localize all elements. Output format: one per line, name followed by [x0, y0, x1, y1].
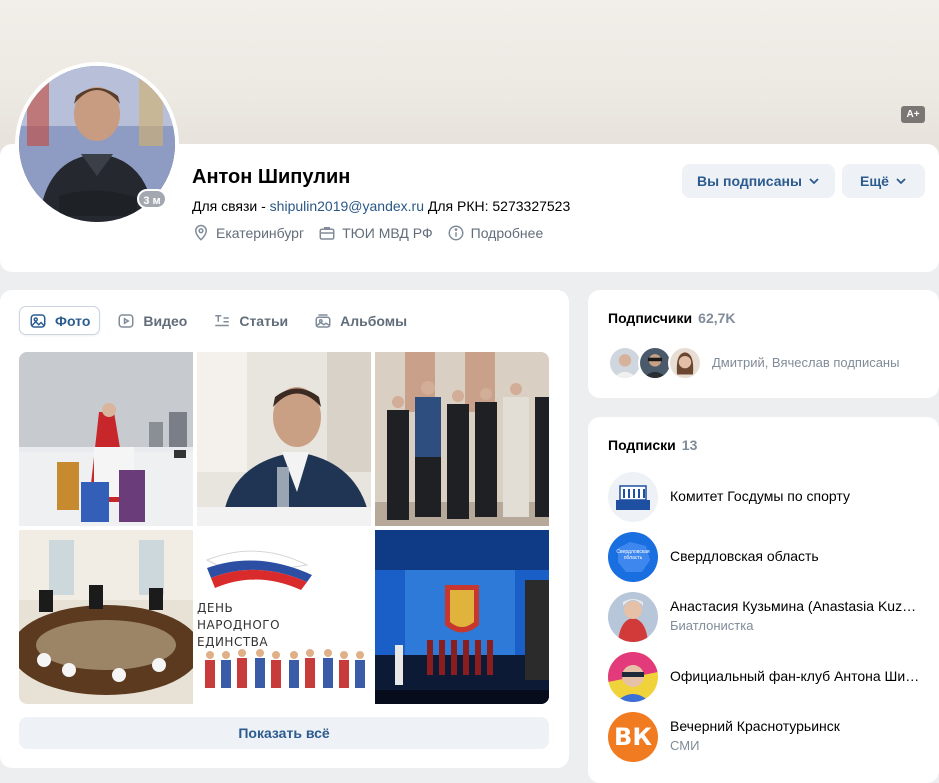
profile-work[interactable]: ТЮИ МВД РФ [318, 224, 433, 242]
show-all-button[interactable]: Показать всё [19, 717, 549, 749]
photo-icon [30, 313, 46, 328]
following-title[interactable]: Подписки 13 [608, 437, 697, 453]
work-label: ТЮИ МВД РФ [342, 225, 433, 241]
subscribed-label: Вы подписаны [697, 173, 802, 189]
list-item-subtitle: СМИ [670, 738, 700, 753]
list-item[interactable]: ВК Вечерний Краснотурьинск СМИ [608, 712, 928, 772]
following-title-label: Подписки [608, 437, 676, 453]
status-email-link[interactable]: shipulin2019@yandex.ru [270, 198, 424, 214]
profile-meta: Екатеринбург ТЮИ МВД РФ Подробнее [192, 224, 543, 242]
photo-thumbnail[interactable] [197, 352, 371, 526]
list-item-title: Комитет Госдумы по спорту [670, 488, 850, 504]
list-item-title: Свердловская область [670, 548, 819, 564]
subscribed-button[interactable]: Вы подписаны [682, 164, 835, 198]
more-button[interactable]: Ещё [842, 164, 925, 198]
media-tabs: Фото Видео Статьи Альбомы [19, 306, 416, 335]
more-label: Ещё [860, 173, 889, 189]
photo-thumbnail[interactable] [375, 352, 549, 526]
tab-articles[interactable]: Статьи [204, 306, 297, 335]
avatar[interactable] [608, 346, 642, 380]
more-info-label: Подробнее [470, 225, 544, 241]
followers-mutual-text[interactable]: Дмитрий, Вячеслав подписаны [712, 355, 899, 370]
photo-caption: ДЕНЬ НАРОДНОГО ЕДИНСТВА [197, 601, 281, 649]
tab-albums[interactable]: Альбомы [305, 306, 416, 335]
following-card: Подписки 13 Комитет Госдумы по спорту Све… [588, 417, 939, 783]
list-item[interactable]: Официальный фан-клуб Антона Шипулина [608, 652, 928, 712]
profile-more-info[interactable]: Подробнее [447, 224, 544, 242]
avatar: ВК [608, 712, 658, 762]
online-badge: 3 м [137, 189, 167, 209]
photo-thumbnail[interactable] [375, 530, 549, 704]
info-icon [448, 225, 464, 241]
photo-thumbnail[interactable] [19, 352, 193, 526]
briefcase-icon [319, 227, 335, 240]
video-icon [118, 313, 134, 328]
photo-grid: ДЕНЬ НАРОДНОГО ЕДИНСТВА [19, 352, 549, 704]
tab-video[interactable]: Видео [108, 306, 196, 335]
article-icon [215, 314, 230, 326]
status-prefix: Для связи - [192, 198, 270, 214]
followers-card: Подписчики 62,7K Дмитрий, Вячеслав подпис… [588, 290, 939, 398]
status-suffix: Для РКН: 5273327523 [424, 198, 571, 214]
list-item-title: Официальный фан-клуб Антона Шипулина [670, 668, 922, 684]
list-item[interactable]: Анастасия Кузьмина (Anastasia Kuzmina) Б… [608, 592, 928, 652]
tab-articles-label: Статьи [239, 312, 289, 329]
profile-city: Екатеринбург [192, 224, 304, 242]
tab-photo[interactable]: Фото [19, 306, 101, 335]
avatar[interactable] [638, 346, 672, 380]
list-item-title: Вечерний Краснотурьинск [670, 718, 840, 734]
avatar[interactable] [668, 346, 702, 380]
chevron-down-icon [896, 178, 906, 185]
list-item-title: Анастасия Кузьмина (Anastasia Kuzmina) [670, 598, 922, 614]
avatar [608, 592, 658, 642]
following-count: 13 [681, 437, 698, 453]
location-icon [194, 224, 208, 241]
list-item-subtitle: Биатлонистка [670, 618, 754, 633]
list-item[interactable]: Комитет Госдумы по спорту [608, 472, 928, 532]
followers-title[interactable]: Подписчики 62,7K [608, 310, 736, 326]
following-list: Комитет Госдумы по спорту Свердловская о… [608, 472, 928, 772]
profile-name: Антон Шипулин [192, 166, 351, 188]
tab-albums-label: Альбомы [340, 312, 408, 329]
followers-count: 62,7K [698, 310, 736, 326]
city-label: Екатеринбург [216, 225, 305, 241]
followers-avatars[interactable] [608, 346, 702, 380]
avatar: Свердловская область [608, 532, 658, 582]
logo-text: Свердловская область [616, 549, 650, 561]
avatar [608, 472, 658, 522]
tab-video-label: Видео [143, 312, 188, 329]
followers-title-label: Подписчики [608, 310, 693, 326]
font-size-badge[interactable]: A+ [901, 106, 925, 123]
profile-status: Для связи - shipulin2019@yandex.ru Для Р… [192, 198, 570, 214]
albums-icon [315, 313, 331, 328]
photo-thumbnail[interactable]: ДЕНЬ НАРОДНОГО ЕДИНСТВА [197, 530, 371, 704]
photo-thumbnail[interactable] [19, 530, 193, 704]
avatar [608, 652, 658, 702]
tab-photo-label: Фото [55, 312, 91, 329]
logo-text: ВК [614, 723, 652, 751]
chevron-down-icon [809, 178, 819, 185]
list-item[interactable]: Свердловская область Свердловская област… [608, 532, 928, 592]
